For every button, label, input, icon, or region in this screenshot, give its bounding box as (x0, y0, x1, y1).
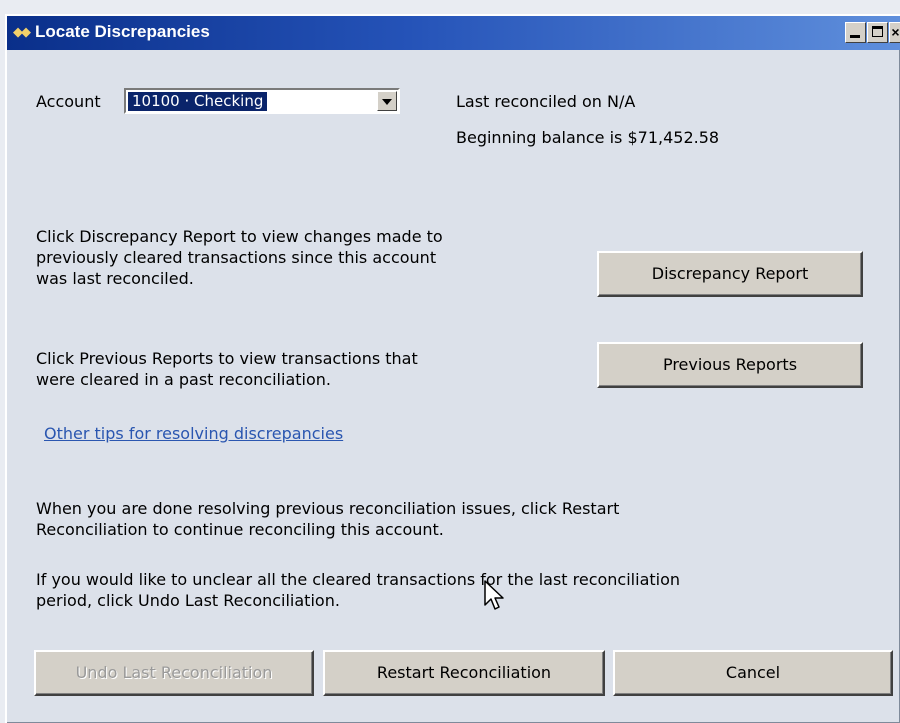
restart-reconciliation-button[interactable]: Restart Reconciliation (323, 650, 605, 696)
close-button[interactable]: × (889, 22, 900, 43)
discrepancy-description: Click Discrepancy Report to view changes… (36, 227, 443, 288)
maximize-icon (872, 26, 883, 37)
last-reconciled-text: Last reconciled on N/A (456, 92, 636, 111)
account-label: Account (36, 92, 101, 111)
beginning-balance-text: Beginning balance is $71,452.58 (456, 128, 720, 147)
maximize-button[interactable] (867, 22, 888, 43)
title-bar[interactable]: ◆◆ Locate Discrepancies × (7, 16, 900, 50)
locate-discrepancies-dialog: ◆◆ Locate Discrepancies × Account 10100 … (5, 14, 900, 723)
minimize-icon (850, 35, 860, 38)
mouse-pointer-icon (484, 580, 504, 610)
minimize-button[interactable] (845, 22, 866, 43)
other-tips-link[interactable]: Other tips for resolving discrepancies (44, 424, 343, 443)
window-title: Locate Discrepancies (35, 22, 210, 41)
discrepancy-report-button[interactable]: Discrepancy Report (597, 251, 863, 297)
chevron-down-icon[interactable] (377, 91, 397, 111)
previous-reports-button[interactable]: Previous Reports (597, 342, 863, 388)
app-icon: ◆◆ (13, 25, 31, 40)
previous-reports-description: Click Previous Reports to view transacti… (36, 349, 418, 389)
restart-info-text: When you are done resolving previous rec… (36, 499, 620, 539)
cancel-button[interactable]: Cancel (613, 650, 893, 696)
account-dropdown[interactable]: 10100 · Checking (124, 88, 400, 114)
undo-last-reconciliation-button[interactable]: Undo Last Reconciliation (34, 650, 314, 696)
undo-info-text: If you would like to unclear all the cle… (36, 570, 681, 610)
close-icon: × (891, 24, 900, 40)
account-selected-value: 10100 · Checking (128, 92, 268, 111)
